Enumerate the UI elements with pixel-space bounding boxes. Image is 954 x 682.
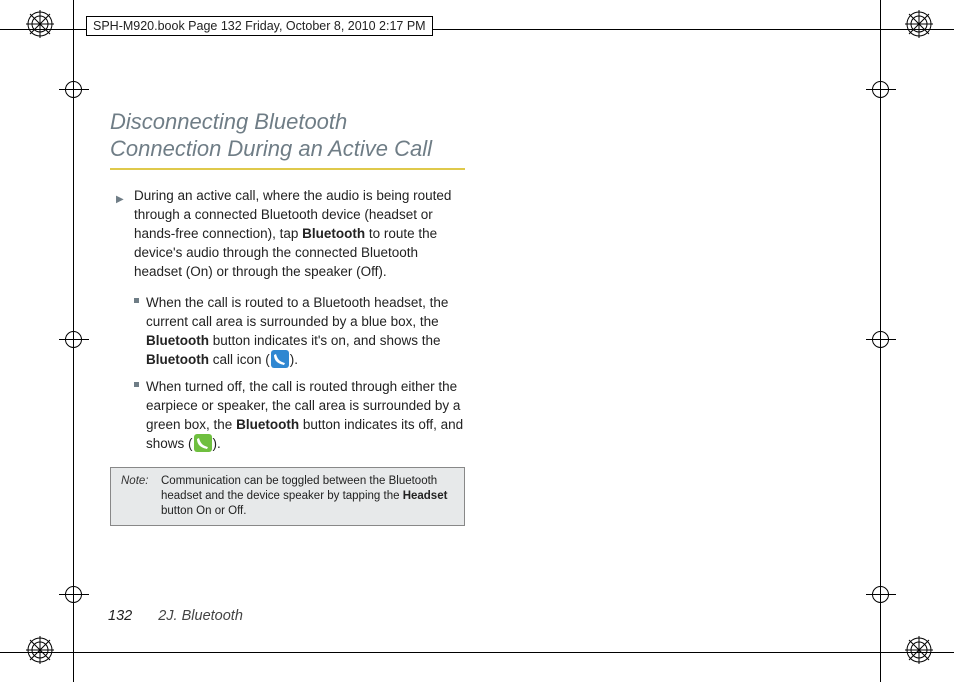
triangle-bullet-icon: ▶ — [116, 190, 124, 209]
cross-mark — [866, 325, 896, 355]
sub-list: When the call is routed to a Bluetooth h… — [146, 293, 465, 453]
heading-line: Connection During an Active Call — [110, 136, 432, 161]
body-text: When the call is routed to a Bluetooth h… — [146, 295, 448, 329]
body-text: button indicates it's on, and shows the — [209, 333, 440, 348]
bold-term: Bluetooth — [236, 417, 299, 432]
crop-line-bottom — [0, 652, 954, 653]
sub-item: When the call is routed to a Bluetooth h… — [146, 293, 465, 369]
phone-call-icon — [194, 434, 212, 452]
note-box: Note: Communication can be toggled betwe… — [110, 467, 465, 526]
body-text: ). — [290, 352, 298, 367]
registration-mark — [905, 636, 933, 664]
running-header: SPH-M920.book Page 132 Friday, October 8… — [86, 16, 433, 36]
bold-term: Bluetooth — [146, 352, 209, 367]
body-text: ). — [213, 436, 221, 451]
registration-mark — [26, 636, 54, 664]
lead-paragraph: ▶ During an active call, where the audio… — [134, 186, 465, 281]
body-text: Communication can be toggled between the… — [161, 475, 437, 502]
sub-item: When turned off, the call is routed thro… — [146, 377, 465, 453]
bold-term: Bluetooth — [146, 333, 209, 348]
cross-mark — [866, 580, 896, 610]
page-number: 132 — [108, 608, 132, 624]
square-bullet-icon — [134, 298, 139, 303]
note-text: Communication can be toggled between the… — [161, 474, 456, 519]
registration-mark — [905, 10, 933, 38]
square-bullet-icon — [134, 382, 139, 387]
page-content: Disconnecting Bluetooth Connection Durin… — [110, 108, 465, 526]
section-label: 2J. Bluetooth — [158, 608, 243, 624]
bold-term: Headset — [403, 490, 448, 502]
note-label: Note: — [121, 474, 155, 519]
bold-term: Bluetooth — [302, 226, 365, 241]
cross-mark — [59, 75, 89, 105]
page-footer: 132 2J. Bluetooth — [108, 608, 243, 624]
bluetooth-call-icon — [271, 350, 289, 368]
heading-line: Disconnecting Bluetooth — [110, 109, 347, 134]
body-text: call icon ( — [209, 352, 270, 367]
body-text: button On or Off. — [161, 505, 246, 517]
registration-mark — [26, 10, 54, 38]
cross-mark — [866, 75, 896, 105]
section-heading: Disconnecting Bluetooth Connection Durin… — [110, 108, 465, 170]
cross-mark — [59, 580, 89, 610]
cross-mark — [59, 325, 89, 355]
